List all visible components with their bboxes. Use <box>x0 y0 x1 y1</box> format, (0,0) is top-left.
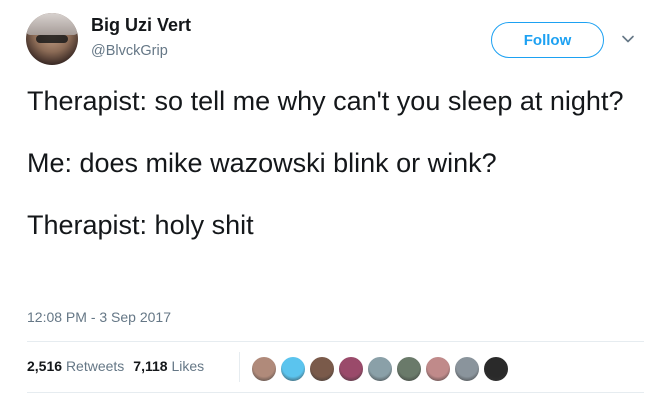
liker-avatar[interactable] <box>366 355 394 383</box>
liker-avatar[interactable] <box>453 355 481 383</box>
retweets-label: Retweets <box>65 358 125 374</box>
tweet-stats: 2,516 Retweets 7,118 Likes <box>27 358 204 374</box>
tweet-line: Therapist: so tell me why can't you slee… <box>27 86 624 116</box>
divider <box>27 392 644 393</box>
retweets-stat[interactable]: 2,516 Retweets <box>27 358 124 374</box>
tweet-line: Me: does mike wazowski blink or wink? <box>27 148 497 178</box>
avatar[interactable] <box>26 13 78 65</box>
likes-count: 7,118 <box>133 358 168 374</box>
retweets-count: 2,516 <box>27 358 63 374</box>
stats-separator <box>239 352 240 382</box>
liker-avatar[interactable] <box>337 355 365 383</box>
liker-avatar[interactable] <box>308 355 336 383</box>
liker-avatar[interactable] <box>424 355 452 383</box>
follow-button[interactable]: Follow <box>491 22 604 58</box>
chevron-down-icon[interactable] <box>621 32 635 46</box>
liker-avatar[interactable] <box>395 355 423 383</box>
likes-stat[interactable]: 7,118 Likes <box>133 358 204 374</box>
liker-avatar[interactable] <box>250 355 278 383</box>
user-handle[interactable]: @BlvckGrip <box>91 43 168 59</box>
tweet-timestamp[interactable]: 12:08 PM - 3 Sep 2017 <box>27 309 171 325</box>
tweet-card: Big Uzi Vert @BlvckGrip Follow Therapist… <box>0 0 667 403</box>
liker-avatar[interactable] <box>279 355 307 383</box>
liker-avatar[interactable] <box>482 355 510 383</box>
tweet-text: Therapist: so tell me why can't you slee… <box>27 86 652 241</box>
tweet-line: Therapist: holy shit <box>27 210 254 240</box>
avatar-cap <box>26 13 78 35</box>
likes-label: Likes <box>171 358 205 374</box>
avatar-glasses <box>36 35 68 43</box>
divider <box>27 341 644 342</box>
user-display-name[interactable]: Big Uzi Vert <box>91 15 191 36</box>
